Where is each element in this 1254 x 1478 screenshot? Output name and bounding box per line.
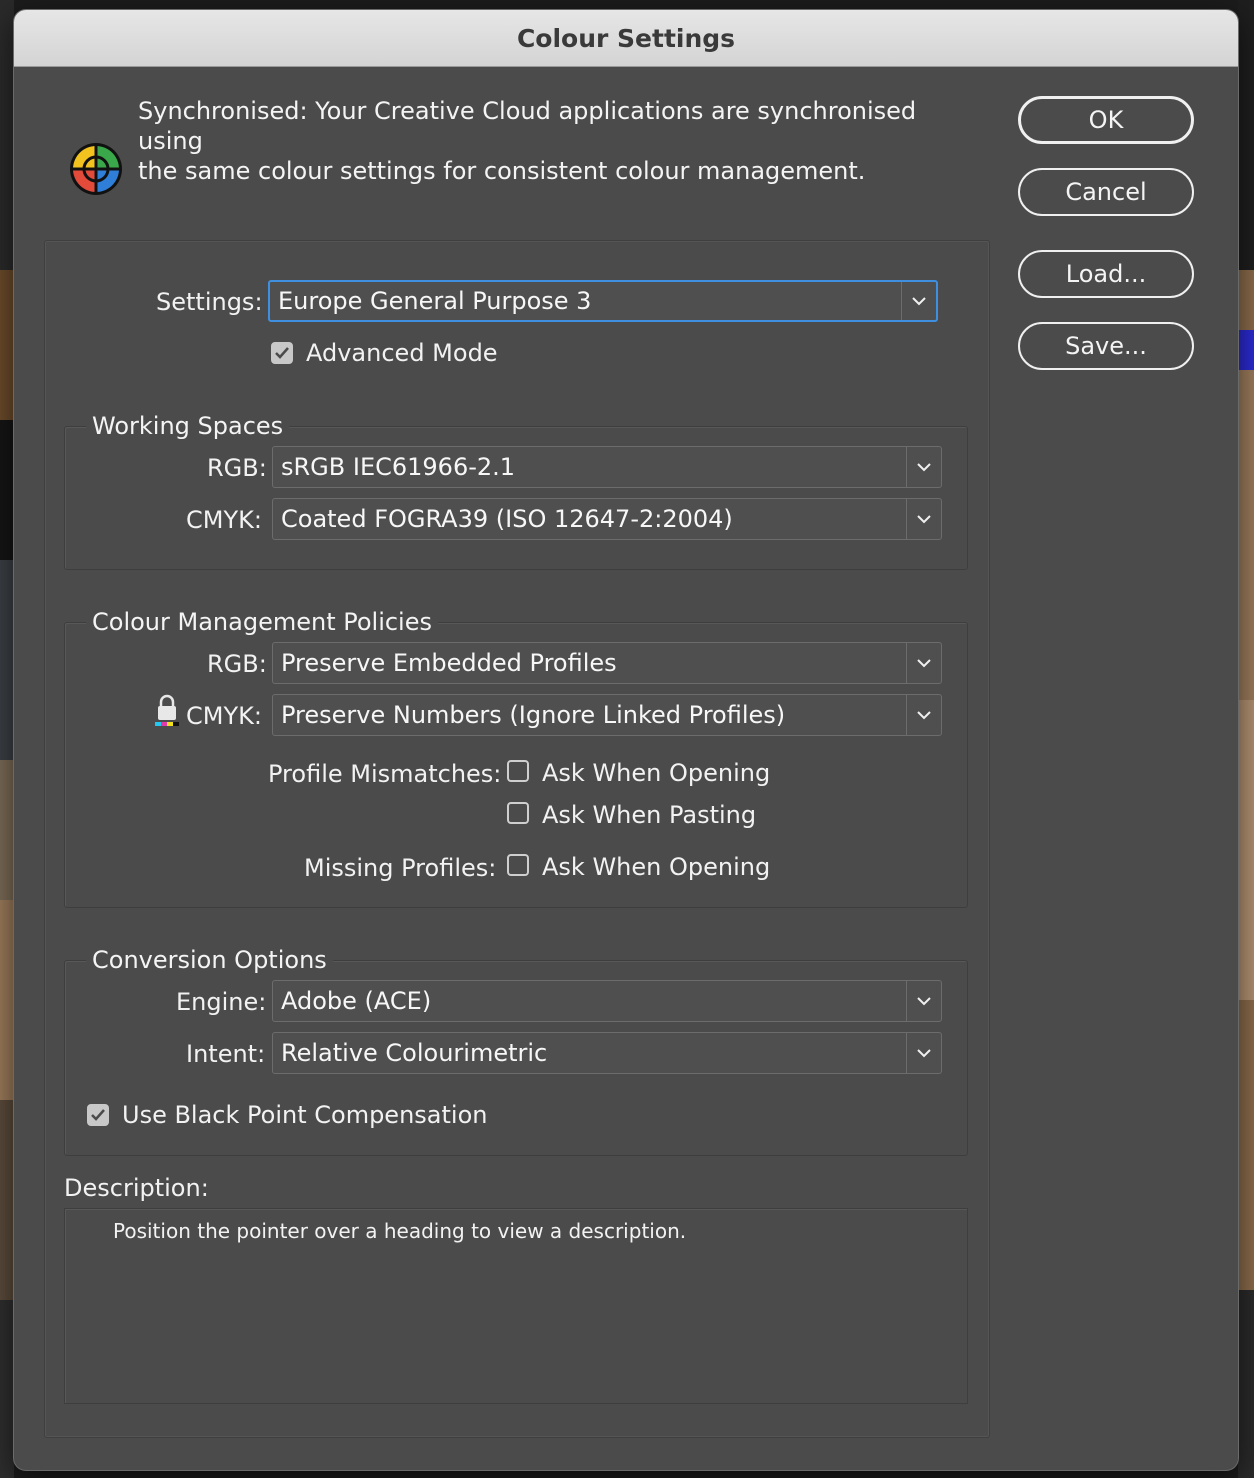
policy-rgb-label: RGB: — [207, 650, 267, 678]
ws-rgb-value: sRGB IEC61966-2.1 — [281, 453, 516, 481]
sync-message: Synchronised: Your Creative Cloud applic… — [138, 96, 988, 186]
colour-settings-dialog: Colour Settings Synchronised: Your Creat… — [14, 10, 1238, 1470]
intent-value: Relative Colourimetric — [281, 1039, 548, 1067]
chevron-down-icon — [906, 981, 941, 1021]
black-point-checkbox[interactable] — [87, 1104, 109, 1126]
engine-select[interactable]: Adobe (ACE) — [272, 980, 942, 1022]
conversion-title: Conversion Options — [86, 946, 333, 974]
background-app-left — [0, 0, 14, 1478]
chevron-down-icon — [906, 695, 941, 735]
policy-rgb-select[interactable]: Preserve Embedded Profiles — [272, 642, 942, 684]
ws-rgb-label: RGB: — [207, 454, 267, 482]
lock-icon — [155, 694, 179, 726]
settings-value: Europe General Purpose 3 — [278, 287, 592, 315]
ws-cmyk-value: Coated FOGRA39 (ISO 12647-2:2004) — [281, 505, 733, 533]
engine-label: Engine: — [176, 988, 267, 1016]
missing-profiles-label: Missing Profiles: — [304, 854, 497, 882]
black-point-label: Use Black Point Compensation — [122, 1101, 488, 1129]
cancel-button[interactable]: Cancel — [1018, 168, 1194, 216]
policy-cmyk-value: Preserve Numbers (Ignore Linked Profiles… — [281, 701, 786, 729]
settings-label: Settings: — [156, 288, 263, 316]
chevron-down-icon — [906, 1033, 941, 1073]
intent-select[interactable]: Relative Colourimetric — [272, 1032, 942, 1074]
ok-button[interactable]: OK — [1018, 96, 1194, 144]
checkmark-icon — [275, 347, 289, 359]
mismatch-ask-opening-label: Ask When Opening — [542, 759, 771, 787]
mismatch-ask-pasting-label: Ask When Pasting — [542, 801, 757, 829]
chevron-down-icon — [906, 499, 941, 539]
save-button[interactable]: Save... — [1018, 322, 1194, 370]
policy-cmyk-label: CMYK: — [186, 702, 262, 730]
sync-message-line1: Synchronised: Your Creative Cloud applic… — [138, 97, 917, 155]
chevron-down-icon — [906, 643, 941, 683]
profile-mismatches-label: Profile Mismatches: — [268, 760, 502, 788]
colour-wheel-icon — [70, 143, 122, 195]
ws-cmyk-select[interactable]: Coated FOGRA39 (ISO 12647-2:2004) — [272, 498, 942, 540]
ws-rgb-select[interactable]: sRGB IEC61966-2.1 — [272, 446, 942, 488]
missing-ask-opening-label: Ask When Opening — [542, 853, 771, 881]
policy-rgb-value: Preserve Embedded Profiles — [281, 649, 617, 677]
window-title: Colour Settings — [14, 10, 1238, 67]
advanced-mode-label: Advanced Mode — [306, 339, 498, 367]
engine-value: Adobe (ACE) — [281, 987, 432, 1015]
settings-select[interactable]: Europe General Purpose 3 — [268, 280, 938, 322]
chevron-down-icon — [901, 282, 936, 320]
policies-title: Colour Management Policies — [86, 608, 438, 636]
ws-cmyk-label: CMYK: — [186, 506, 262, 534]
mismatch-ask-pasting-checkbox[interactable] — [507, 802, 529, 824]
working-spaces-title: Working Spaces — [86, 412, 290, 440]
missing-ask-opening-checkbox[interactable] — [507, 854, 529, 876]
checkmark-icon — [91, 1109, 105, 1121]
description-box: Position the pointer over a heading to v… — [64, 1208, 968, 1404]
description-text: Position the pointer over a heading to v… — [113, 1219, 687, 1243]
sync-message-line2: the same colour settings for consistent … — [138, 157, 866, 185]
policy-cmyk-select[interactable]: Preserve Numbers (Ignore Linked Profiles… — [272, 694, 942, 736]
description-title: Description: — [64, 1174, 209, 1202]
background-app-right — [1238, 0, 1254, 1478]
mismatch-ask-opening-checkbox[interactable] — [507, 760, 529, 782]
intent-label: Intent: — [186, 1040, 266, 1068]
chevron-down-icon — [906, 447, 941, 487]
load-button[interactable]: Load... — [1018, 250, 1194, 298]
advanced-mode-checkbox[interactable] — [271, 342, 293, 364]
